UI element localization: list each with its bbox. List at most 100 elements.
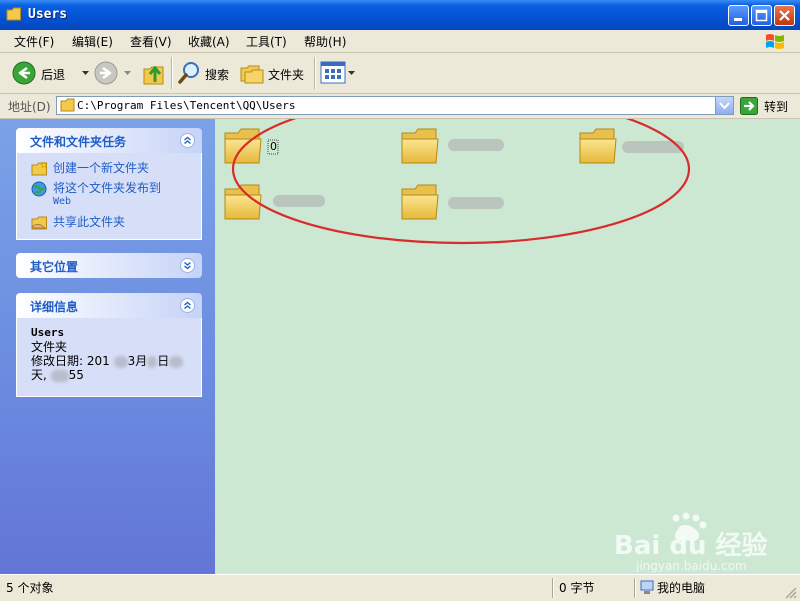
detail-time-prefix: 天, — [31, 368, 47, 382]
window-title: Users — [28, 7, 68, 22]
detail-date-end: 日 — [157, 354, 170, 368]
windows-logo-icon — [766, 34, 784, 49]
detail-date-mid: 3月 — [127, 354, 148, 368]
task-share-folder[interactable]: 共享此文件夹 — [31, 215, 191, 230]
address-input[interactable]: C:\Program Files\Tencent\QQ\Users — [56, 96, 734, 115]
folders-button[interactable]: 文件夹 — [240, 61, 308, 85]
folder-item[interactable] — [579, 128, 684, 164]
task-new-folder[interactable]: 创建一个新文件夹 — [31, 161, 191, 176]
menu-edit[interactable]: 编辑(E) — [72, 33, 113, 50]
folder-item[interactable] — [224, 184, 325, 220]
resize-grip-icon[interactable] — [784, 586, 797, 599]
go-label: 转到 — [764, 100, 789, 114]
menu-bar: 文件(F) 编辑(E) 查看(V) 收藏(A) 工具(T) 帮助(H) — [0, 30, 800, 53]
folders-label: 文件夹 — [268, 68, 305, 82]
address-dropdown-button[interactable] — [715, 97, 733, 114]
panel-title: 文件和文件夹任务 — [30, 135, 127, 149]
status-bar: 5 个对象 0 字节 我的电脑 — [0, 574, 800, 601]
menu-file[interactable]: 文件(F) — [14, 33, 54, 50]
panel-body: Users 文件夹 修改日期: 201 3月日 天, 55 — [16, 318, 202, 397]
detail-time-end: 55 — [68, 368, 84, 382]
status-divider — [552, 578, 554, 598]
forward-button[interactable] — [94, 61, 134, 85]
toolbar-separator — [314, 57, 316, 89]
panel-title: 详细信息 — [30, 300, 79, 314]
views-icon — [320, 61, 346, 84]
collapse-button[interactable] — [180, 298, 195, 313]
folder-grid: 0 — [224, 119, 691, 245]
file-folder-tasks-panel: 文件和文件夹任务 创建一个新文件夹 将这个文件夹发布到 Web 共享此文件夹 — [16, 128, 202, 240]
task-pane: 文件和文件夹任务 创建一个新文件夹 将这个文件夹发布到 Web 共享此文件夹 其… — [0, 119, 215, 574]
toolbar-separator — [171, 57, 173, 89]
detail-type: 文件夹 — [31, 340, 68, 354]
file-list-view[interactable]: 0 Bai du 经验 jingyan.baidu.com — [215, 119, 800, 574]
views-button[interactable] — [320, 60, 356, 86]
chevron-down-icon — [348, 71, 355, 75]
redacted-blur — [147, 355, 158, 368]
menu-favorites[interactable]: 收藏(A) — [188, 33, 230, 50]
search-label: 搜索 — [205, 68, 230, 82]
redacted-blur — [113, 355, 128, 368]
redacted-blur — [50, 369, 69, 382]
folder-item[interactable] — [401, 128, 504, 164]
redacted-blur — [448, 139, 504, 151]
go-button[interactable]: 转到 — [740, 96, 796, 115]
share-folder-icon — [31, 216, 47, 230]
detail-name: Users — [31, 326, 65, 339]
minimize-icon — [734, 18, 742, 21]
panel-body: 创建一个新文件夹 将这个文件夹发布到 Web 共享此文件夹 — [16, 153, 202, 240]
chevron-down-icon — [184, 261, 191, 270]
search-button[interactable]: 搜索 — [178, 61, 234, 85]
my-computer-icon — [640, 580, 654, 594]
menu-view[interactable]: 查看(V) — [130, 33, 172, 50]
menu-help[interactable]: 帮助(H) — [304, 33, 346, 50]
panel-header[interactable]: 其它位置 — [16, 253, 202, 278]
go-arrow-icon — [740, 97, 758, 115]
menu-tools[interactable]: 工具(T) — [246, 33, 287, 50]
up-folder-icon[interactable] — [142, 60, 166, 86]
chevron-down-icon — [124, 71, 131, 75]
maximize-button[interactable] — [751, 5, 772, 26]
close-button[interactable] — [774, 5, 795, 26]
folder-item[interactable]: 0 — [224, 128, 279, 164]
maximize-icon — [755, 9, 768, 22]
forward-arrow-icon — [94, 61, 118, 85]
detail-time: 天, 55 — [31, 368, 191, 382]
search-icon — [178, 62, 199, 84]
redacted-blur — [273, 195, 325, 207]
folders-icon — [240, 65, 264, 84]
back-button[interactable]: 后退 — [12, 61, 92, 85]
panel-header[interactable]: 详细信息 — [16, 293, 202, 318]
status-size: 0 字节 — [559, 581, 595, 595]
expand-button[interactable] — [180, 258, 195, 273]
detail-date-prefix: 修改日期: 201 — [31, 354, 110, 368]
task-label: 创建一个新文件夹 — [53, 161, 150, 175]
chevron-up-icon — [184, 301, 191, 310]
title-bar[interactable]: Users — [0, 0, 800, 31]
task-label: 将这个文件夹发布到 — [53, 181, 162, 195]
baidu-watermark-logo: Bai du 经验 jingyan.baidu.com — [614, 512, 768, 572]
panel-title: 其它位置 — [30, 260, 79, 274]
panel-header[interactable]: 文件和文件夹任务 — [16, 128, 202, 153]
watermark-text: Bai du 经验 — [614, 530, 768, 561]
status-divider — [634, 578, 636, 598]
toolbar: 后退 搜索 文件夹 — [0, 53, 800, 94]
collapse-button[interactable] — [180, 133, 195, 148]
minimize-button[interactable] — [728, 5, 749, 26]
folder-icon — [60, 98, 75, 112]
redacted-blur — [169, 355, 184, 368]
folder-item[interactable] — [401, 184, 504, 220]
watermark-url: jingyan.baidu.com — [635, 559, 747, 572]
chevron-down-icon — [719, 102, 730, 110]
address-bar: 地址(D) C:\Program Files\Tencent\QQ\Users … — [0, 94, 800, 119]
task-publish-web[interactable]: 将这个文件夹发布到 Web — [31, 181, 191, 209]
globe-icon — [31, 181, 47, 197]
task-label: 共享此文件夹 — [53, 215, 126, 229]
folder-icon — [6, 7, 21, 21]
chevron-down-icon — [82, 71, 89, 75]
task-sublabel: Web — [53, 196, 72, 207]
address-label: 地址(D) — [8, 100, 51, 114]
status-location: 我的电脑 — [657, 581, 706, 595]
address-path: C:\Program Files\Tencent\QQ\Users — [77, 99, 296, 112]
back-arrow-icon — [12, 61, 36, 85]
